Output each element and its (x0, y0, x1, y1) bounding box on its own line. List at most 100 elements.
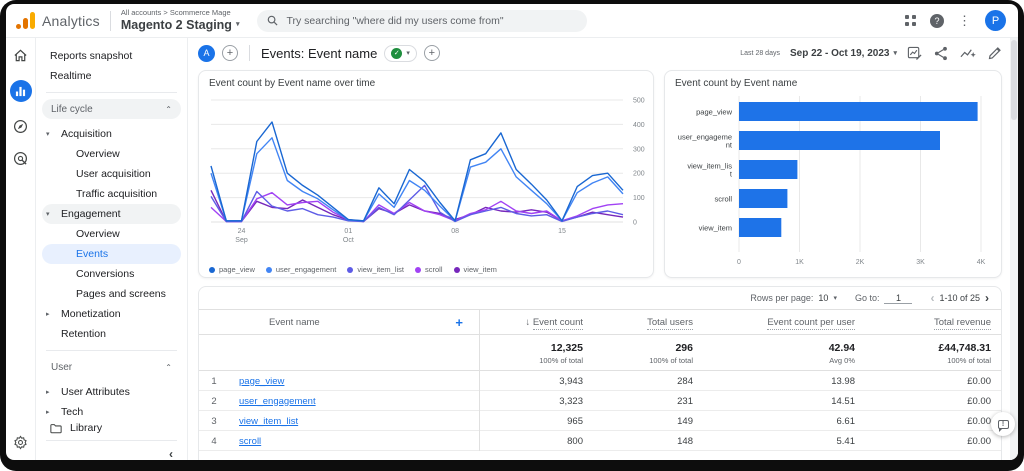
cell-event-count: 800 (479, 431, 597, 451)
explore-icon[interactable] (13, 119, 28, 134)
table-row: 3view_item_list9651496.61£0.00 (199, 411, 1001, 431)
feedback-bubble-icon: ! (998, 420, 1009, 429)
sidebar-item-library[interactable]: Library (36, 422, 187, 434)
sidebar-item-retention[interactable]: Retention (36, 324, 187, 344)
sidebar-item-user[interactable]: User⌃ (42, 357, 181, 377)
main-content: A + Events: Event name ✓ ▾ + Last 28 day… (188, 38, 1018, 460)
event-name-link[interactable]: user_engagement (239, 396, 316, 407)
sidebar-item-user-acquisition[interactable]: User acquisition (36, 164, 187, 184)
apps-grid-icon[interactable] (905, 15, 916, 26)
rows-per-page-select[interactable]: Rows per page:10▾ (750, 293, 837, 303)
collapse-sidebar-button[interactable]: ‹ (36, 447, 187, 460)
event-name-link[interactable]: view_item_list (239, 416, 298, 427)
sidebar-item-overview[interactable]: Overview (36, 224, 187, 244)
sidebar-item-label: Events (76, 248, 108, 260)
sidebar-item-tech[interactable]: ▸Tech (36, 402, 187, 422)
legend-item[interactable]: view_item (454, 265, 497, 274)
sidebar-item-conversions[interactable]: Conversions (36, 264, 187, 284)
reports-icon[interactable] (10, 80, 32, 102)
search-input[interactable]: Try searching "where did my users come f… (257, 10, 587, 32)
sidebar-item-label: Overview (76, 148, 120, 160)
legend-dot-icon (454, 267, 460, 273)
feedback-button[interactable]: ! (991, 412, 1015, 436)
share-icon[interactable] (934, 46, 948, 61)
event-name-link[interactable]: scroll (239, 436, 261, 447)
insights-icon[interactable] (960, 46, 976, 60)
bar-chart-card: Event count by Event name 01K2K3K4Kpage_… (664, 70, 1002, 278)
sidebar-item-label: Engagement (61, 208, 121, 220)
sidebar-item-events[interactable]: Events (42, 244, 181, 264)
account-breadcrumb[interactable]: All accounts > Scommerce Mage Magento 2 … (121, 9, 240, 32)
sidebar-item-reports-snapshot[interactable]: Reports snapshot (36, 46, 187, 66)
sidebar-item-pages-and-screens[interactable]: Pages and screens (36, 284, 187, 304)
legend-dot-icon (415, 267, 421, 273)
event-name-link[interactable]: page_view (239, 376, 284, 387)
scrollbar[interactable] (1010, 38, 1018, 460)
sidebar-item-engagement[interactable]: ▾Engagement (42, 204, 181, 224)
comparison-chip[interactable]: A (198, 45, 215, 62)
breadcrumb[interactable]: All accounts > Scommerce Mage (121, 9, 240, 18)
column-header-event-count-per-user[interactable]: Event count per user (707, 317, 869, 328)
cell-per-user: 6.61 (707, 416, 869, 427)
row-number: 4 (199, 436, 229, 447)
svg-text:24: 24 (238, 228, 246, 235)
sidebar-item-user-attributes[interactable]: ▸User Attributes (36, 382, 187, 402)
sidebar-item-traffic-acquisition[interactable]: Traffic acquisition (36, 184, 187, 204)
avatar[interactable]: P (985, 10, 1006, 31)
add-report-tab-button[interactable]: + (424, 45, 440, 61)
column-header-event-count[interactable]: ↓ Event count (479, 310, 597, 334)
sidebar-item-label: User acquisition (76, 168, 151, 180)
table-row: 1page_view3,94328413.98£0.00 (199, 371, 1001, 391)
legend-item[interactable]: scroll (415, 265, 443, 274)
legend-item[interactable]: page_view (209, 265, 255, 274)
svg-text:view_item: view_item (699, 224, 732, 233)
cell-total-users: 231 (597, 396, 707, 407)
sidebar-item-label: Conversions (76, 268, 134, 280)
sidebar-item-monetization[interactable]: ▸Monetization (36, 304, 187, 324)
page-range-label: 1-10 of 25 (939, 293, 980, 303)
scrollbar-thumb[interactable] (1011, 40, 1017, 120)
divider (110, 11, 111, 31)
goto-page-input[interactable]: 1 (884, 293, 912, 304)
divider (46, 350, 177, 351)
svg-text:2K: 2K (856, 259, 865, 266)
prev-page-button[interactable]: ‹ (930, 291, 934, 305)
kebab-menu-icon[interactable]: ⋮ (958, 14, 971, 27)
sidebar-item-label: Realtime (50, 70, 91, 82)
search-icon (267, 15, 278, 26)
sidebar-item-life-cycle[interactable]: Life cycle⌃ (42, 99, 181, 119)
sidebar-item-label: Retention (61, 328, 106, 340)
sidebar-item-overview[interactable]: Overview (36, 144, 187, 164)
sidebar-item-label: Overview (76, 228, 120, 240)
row-number: 2 (199, 396, 229, 407)
next-page-button[interactable]: › (985, 291, 989, 305)
analytics-logo-icon[interactable] (16, 12, 35, 29)
legend-item[interactable]: view_item_list (347, 265, 404, 274)
svg-text:nt: nt (726, 141, 733, 150)
edit-comparisons-icon[interactable] (907, 46, 922, 61)
legend-item[interactable]: user_engagement (266, 265, 336, 274)
column-header-total-revenue[interactable]: Total revenue (869, 317, 1002, 328)
add-comparison-button[interactable]: + (222, 45, 238, 61)
search-placeholder: Try searching "where did my users come f… (286, 15, 503, 27)
line-chart-legend: page_view user_engagement view_item_list sc… (209, 265, 643, 274)
svg-text:3K: 3K (916, 259, 925, 266)
column-header-event-name[interactable]: Event name (269, 317, 320, 328)
chevron-up-icon: ⌃ (165, 105, 172, 114)
report-status-pill[interactable]: ✓ ▾ (384, 45, 417, 62)
property-name[interactable]: Magento 2 Staging (121, 18, 232, 32)
home-icon[interactable] (13, 48, 28, 63)
column-header-total-users[interactable]: Total users (597, 317, 707, 328)
help-icon[interactable]: ? (930, 14, 944, 28)
advertising-icon[interactable] (13, 151, 28, 166)
sidebar-item-acquisition[interactable]: ▾Acquisition (36, 124, 187, 144)
cell-event-count: 3,323 (479, 391, 597, 411)
cell-total-users: 149 (597, 416, 707, 427)
legend-dot-icon (347, 267, 353, 273)
date-range-picker[interactable]: Sep 22 - Oct 19, 2023▾ (790, 48, 897, 59)
add-column-button[interactable]: + (455, 315, 479, 330)
edit-pencil-icon[interactable] (988, 46, 1002, 60)
sidebar-item-realtime[interactable]: Realtime (36, 66, 187, 86)
product-name: Analytics (42, 13, 100, 29)
gear-icon[interactable] (13, 435, 28, 450)
